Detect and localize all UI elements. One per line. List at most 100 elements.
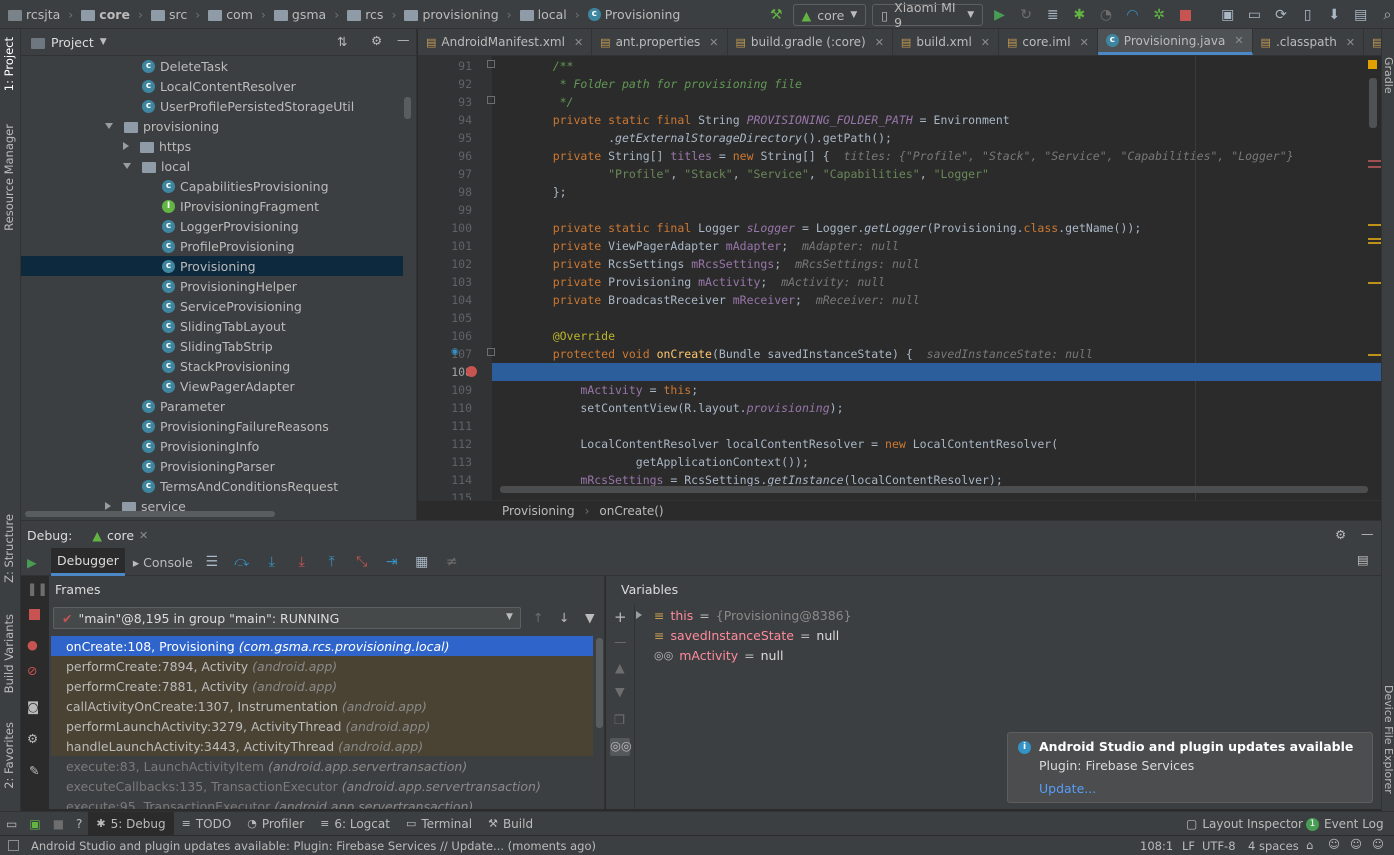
close-icon[interactable]: ✕ <box>1346 36 1355 49</box>
layout-inspector-button[interactable]: ▢ Layout Inspector <box>1178 812 1311 836</box>
tool-tab-device-file-explorer[interactable]: Device File Explorer <box>1382 685 1394 794</box>
tree-item[interactable]: c StackProvisioning <box>143 356 290 376</box>
cursor-position[interactable]: 108:1 <box>1140 839 1173 853</box>
device-manager-icon[interactable]: ▯ <box>1297 4 1318 26</box>
line-number[interactable]: 107 <box>418 347 472 361</box>
breadcrumb-item[interactable]: com <box>226 7 253 22</box>
breakpoint-icon[interactable] <box>466 366 477 377</box>
debug-icon[interactable]: ✱ <box>1069 4 1090 26</box>
tree-item[interactable]: I IProvisioningFragment <box>143 196 319 216</box>
tree-item[interactable]: c ServiceProvisioning <box>143 296 302 316</box>
move-down-icon[interactable]: ▼ <box>615 684 625 699</box>
warning-stripe-mark[interactable] <box>1368 224 1381 226</box>
close-icon[interactable]: ✕ <box>875 36 884 49</box>
drop-frame-icon[interactable]: ⤡ <box>351 551 373 573</box>
stack-frame[interactable]: performCreate:7881, Activity (android.app… <box>51 676 593 696</box>
step-over-icon[interactable]: ⤼ <box>231 551 253 573</box>
step-out-icon[interactable]: ⤒ <box>321 551 343 573</box>
fold-marker-icon[interactable] <box>487 96 495 104</box>
settings-icon[interactable]: ⚙ <box>27 731 38 746</box>
line-number[interactable]: 113 <box>418 455 472 469</box>
pin-icon[interactable]: ✎ <box>29 763 39 778</box>
move-up-icon[interactable]: ▲ <box>615 660 625 675</box>
frames-scrollbar[interactable] <box>596 638 603 728</box>
line-number[interactable]: 94 <box>418 113 472 127</box>
tree-horizontal-scrollbar[interactable] <box>25 511 275 517</box>
hide-panel-icon[interactable]: — <box>397 32 410 47</box>
editor-tab[interactable]: ▤ build.xml ✕ <box>893 29 999 55</box>
add-watch-icon[interactable]: + <box>614 608 627 626</box>
apply-changes-icon[interactable]: ↻ <box>1016 4 1037 26</box>
tree-item[interactable]: c ProvisioningInfo <box>123 436 259 456</box>
git-face-icon[interactable]: ☺ <box>1350 837 1362 851</box>
collapse-all-icon[interactable]: ⇅ <box>337 34 347 49</box>
tool-tab-project[interactable]: 1: Project <box>2 37 16 91</box>
line-number[interactable]: 95 <box>418 131 472 145</box>
search-icon[interactable]: ⌕ <box>1377 4 1394 26</box>
fold-marker-icon[interactable] <box>487 60 495 68</box>
tree-item[interactable]: c ProvisioningFailureReasons <box>123 416 329 436</box>
tool-window-button[interactable]: ≡ 6: Logcat <box>312 812 398 836</box>
stack-frame[interactable]: handleLaunchActivity:3443, ActivityThrea… <box>51 736 593 756</box>
tool-window-button[interactable]: ◔ Profiler <box>239 812 312 836</box>
line-number[interactable]: 93 <box>418 95 472 109</box>
mute-breakpoints-icon[interactable]: ⊘ <box>27 663 37 678</box>
status-toggle-icon[interactable] <box>8 840 19 851</box>
tree-item[interactable]: provisioning <box>105 116 219 136</box>
status-message[interactable]: Android Studio and plugin updates availa… <box>31 839 596 853</box>
editor-tab[interactable]: c Provisioning.java ✕ <box>1097 29 1253 55</box>
remove-watch-icon[interactable]: — <box>614 634 627 649</box>
tree-item[interactable]: c Parameter <box>123 396 225 416</box>
line-number[interactable]: 114 <box>418 473 472 487</box>
toggle-tool-windows-icon[interactable]: ▭ <box>0 812 23 836</box>
breadcrumb-class[interactable]: Provisioning <box>502 504 575 518</box>
override-marker-icon[interactable]: ◉ <box>451 347 459 357</box>
inspection-warning-icon[interactable] <box>1368 60 1377 69</box>
attach-debugger-icon[interactable]: ◠ <box>1122 4 1143 26</box>
close-icon[interactable]: ✕ <box>981 36 990 49</box>
line-number[interactable]: 99 <box>418 203 472 217</box>
hide-panel-icon[interactable]: — <box>1361 526 1374 541</box>
lock-icon[interactable]: ⌂ <box>1306 838 1313 852</box>
duplicate-icon[interactable]: ❐ <box>614 712 625 727</box>
evaluate-expression-icon[interactable]: ▦ <box>411 551 433 573</box>
stack-frame[interactable]: performCreate:7894, Activity (android.app… <box>51 656 593 676</box>
variable-row[interactable]: ◎◎ mActivity = null <box>654 645 783 665</box>
layout-icon[interactable]: ▤ <box>1350 4 1371 26</box>
tree-item[interactable]: c ProfileProvisioning <box>143 236 294 256</box>
tool-tab-gradle[interactable]: Gradle <box>1382 57 1394 94</box>
device-select[interactable]: ▯ Xiaomi MI 9 ▼ <box>872 0 984 30</box>
close-icon[interactable]: ✕ <box>709 36 718 49</box>
line-number[interactable]: 102 <box>418 257 472 271</box>
event-log-button[interactable]: 1 Event Log <box>1298 812 1392 836</box>
help-icon[interactable]: ? <box>70 812 88 836</box>
tree-item[interactable]: c ProvisioningHelper <box>143 276 297 296</box>
close-icon[interactable]: ✕ <box>1234 34 1243 47</box>
line-number[interactable]: 112 <box>418 437 472 451</box>
tool-window-button[interactable]: ▭ Terminal <box>398 812 480 836</box>
line-number[interactable]: 105 <box>418 311 472 325</box>
hammer-icon[interactable]: ⚒ <box>766 4 787 26</box>
fold-marker-icon[interactable] <box>487 348 495 356</box>
trace-icon[interactable]: ≠ <box>441 551 463 573</box>
tool-window-button[interactable]: ✱ 5: Debug <box>88 811 174 836</box>
gear-icon[interactable]: ⚙ <box>371 33 382 48</box>
close-icon[interactable]: ✕ <box>139 529 148 542</box>
tree-item[interactable]: c DeleteTask <box>123 56 228 76</box>
thread-select[interactable]: ✔ "main"@8,195 in group "main": RUNNING … <box>53 607 521 629</box>
attach-process-icon[interactable]: ✲ <box>1149 4 1170 26</box>
editor-tab[interactable]: ▤ ant.properties ✕ <box>592 29 728 55</box>
tree-item[interactable]: https <box>123 136 191 156</box>
terminal-icon[interactable]: ▭ <box>1244 4 1265 26</box>
editor-horizontal-scrollbar[interactable] <box>500 486 1368 493</box>
breadcrumb-item[interactable]: provisioning <box>422 7 498 22</box>
editor-tab[interactable]: ▤ core.iml ✕ <box>999 29 1098 55</box>
run-to-cursor-icon[interactable]: ⇥ <box>381 551 403 573</box>
file-encoding[interactable]: UTF-8 <box>1202 839 1236 853</box>
android-run-icon[interactable]: ▣ <box>23 812 46 836</box>
line-number[interactable]: 111 <box>418 419 472 433</box>
tree-item[interactable]: local <box>123 156 190 176</box>
tree-item[interactable]: c LoggerProvisioning <box>143 216 299 236</box>
chevron-down-icon[interactable] <box>105 123 113 129</box>
line-number[interactable]: 104 <box>418 293 472 307</box>
